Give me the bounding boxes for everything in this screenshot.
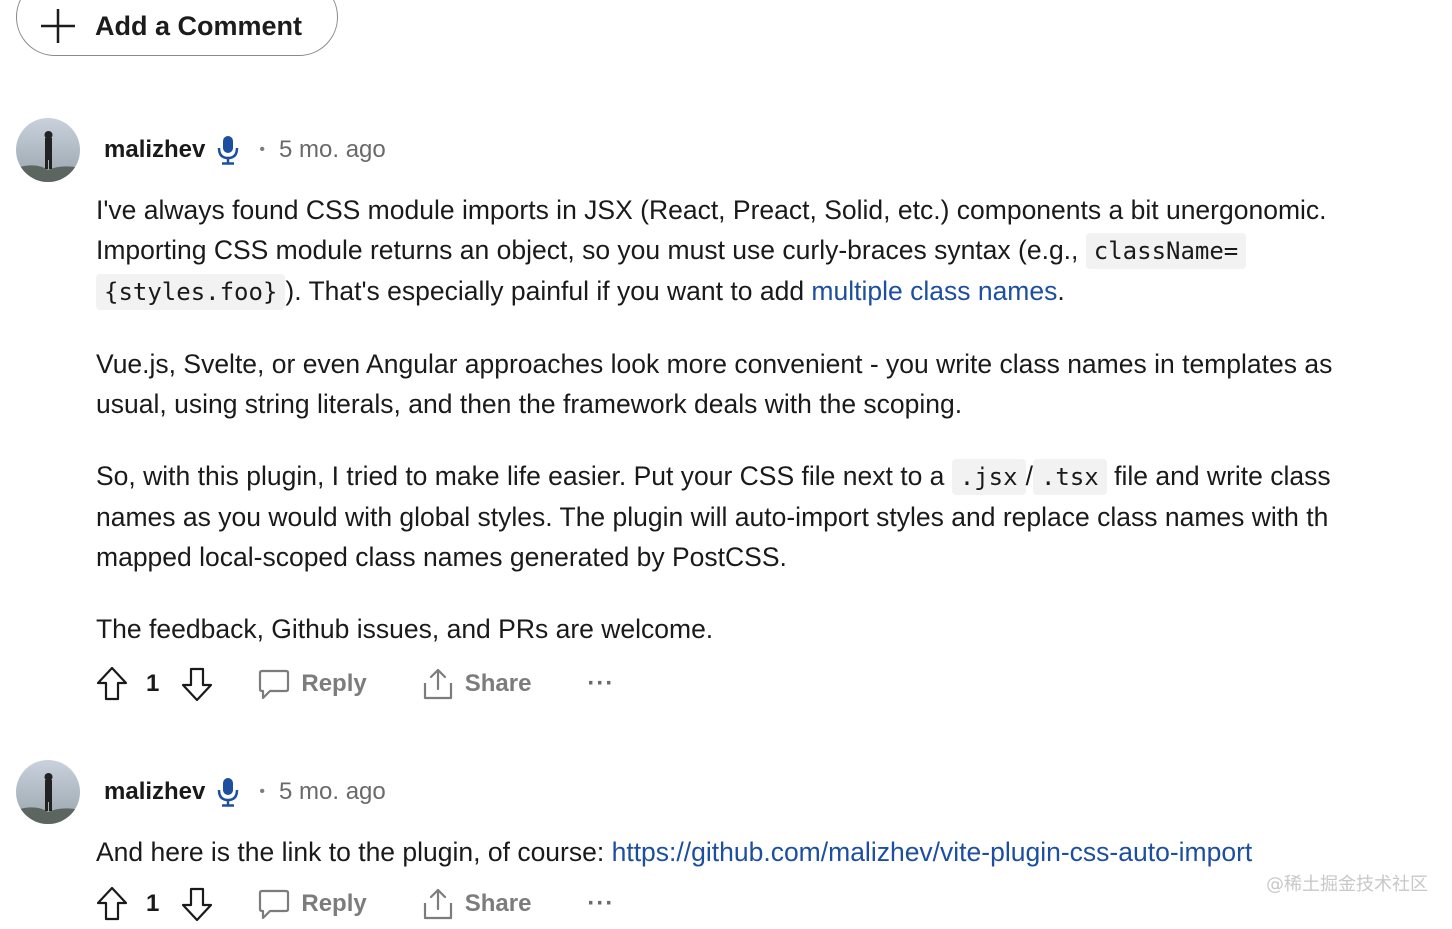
- text: And here is the link to the plugin, of c…: [96, 837, 612, 867]
- avatar[interactable]: [16, 760, 80, 824]
- inline-code: .tsx: [1032, 459, 1107, 495]
- reply-label: Reply: [301, 670, 367, 697]
- text: The feedback, Github issues, and PRs are…: [96, 614, 714, 644]
- more-options-button[interactable]: ···: [587, 890, 614, 918]
- comment-actions: 1 Reply Share ···: [96, 884, 614, 924]
- inline-code: {styles.foo}: [96, 274, 286, 310]
- separator-dot: •: [259, 783, 265, 800]
- text: /: [1025, 461, 1033, 491]
- inline-code: .jsx: [951, 459, 1026, 495]
- upvote-icon[interactable]: [96, 666, 128, 702]
- comment-header: malizhev • 5 mo. ago: [16, 760, 386, 824]
- text: So, with this plugin, I tried to make li…: [96, 461, 952, 491]
- share-label: Share: [464, 890, 532, 917]
- author-name[interactable]: malizhev: [104, 778, 205, 806]
- text: ). That's especially painful if you want…: [285, 276, 812, 306]
- avatar[interactable]: [16, 118, 80, 182]
- add-comment-label: Add a Comment: [95, 10, 303, 41]
- text: Vue.js, Svelte, or even Angular approach…: [96, 349, 1333, 379]
- more-options-button[interactable]: ···: [587, 670, 614, 698]
- author-name[interactable]: malizhev: [104, 136, 205, 164]
- plus-icon: [39, 7, 77, 45]
- text: .: [1057, 276, 1065, 306]
- comment-actions: 1 Reply Share ···: [96, 664, 614, 704]
- upvote-icon[interactable]: [96, 886, 128, 922]
- text: usual, using string literals, and then t…: [96, 389, 963, 419]
- comment-timestamp[interactable]: 5 mo. ago: [279, 778, 386, 806]
- reply-label: Reply: [301, 890, 367, 917]
- downvote-icon[interactable]: [181, 666, 213, 702]
- inline-code: className=: [1085, 233, 1247, 269]
- microphone-icon: [217, 135, 239, 165]
- vote-count: 1: [146, 890, 160, 917]
- text: I've always found CSS module imports in …: [96, 195, 1327, 225]
- paragraph: I've always found CSS module imports in …: [96, 190, 1452, 312]
- reply-button[interactable]: Reply: [257, 667, 367, 701]
- add-comment-button[interactable]: Add a Comment: [16, 0, 338, 56]
- comment-header: malizhev • 5 mo. ago: [16, 118, 386, 182]
- share-icon: [421, 667, 455, 701]
- text: file and write class: [1106, 461, 1331, 491]
- plugin-github-link[interactable]: https://github.com/malizhev/vite-plugin-…: [612, 837, 1253, 867]
- comment-body: I've always found CSS module imports in …: [96, 190, 1452, 681]
- text: mapped local-scoped class names generate…: [96, 542, 787, 572]
- separator-dot: •: [259, 141, 265, 158]
- share-label: Share: [464, 670, 532, 697]
- text: Importing CSS module returns an object, …: [96, 235, 1086, 265]
- downvote-icon[interactable]: [181, 886, 213, 922]
- paragraph: Vue.js, Svelte, or even Angular approach…: [96, 344, 1452, 424]
- vote-count: 1: [146, 670, 160, 697]
- paragraph: And here is the link to the plugin, of c…: [96, 832, 1452, 872]
- share-button[interactable]: Share: [421, 667, 532, 701]
- comment-bubble-icon: [257, 667, 291, 701]
- paragraph: So, with this plugin, I tried to make li…: [96, 456, 1452, 577]
- watermark: @稀土掘金技术社区: [1266, 874, 1428, 895]
- paragraph: The feedback, Github issues, and PRs are…: [96, 609, 1452, 649]
- comment-timestamp[interactable]: 5 mo. ago: [279, 136, 386, 164]
- microphone-icon: [217, 777, 239, 807]
- multiple-class-names-link[interactable]: multiple class names: [811, 276, 1057, 306]
- text: names as you would with global styles. T…: [96, 502, 1329, 532]
